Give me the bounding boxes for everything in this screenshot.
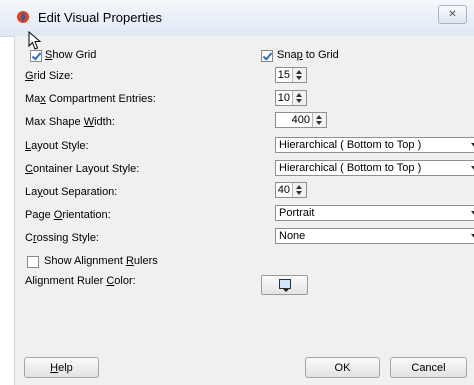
container-layout-style-label: Container Layout Style: xyxy=(25,163,140,175)
dropdown-arrow-icon xyxy=(283,289,289,292)
title-bar: Edit Visual Properties ✕ xyxy=(0,0,474,37)
layout-separation-value: 40 xyxy=(277,184,290,196)
help-button[interactable]: Help xyxy=(24,357,99,378)
mouse-cursor-icon xyxy=(28,31,42,50)
show-alignment-rulers-checkbox[interactable] xyxy=(27,256,39,268)
close-icon: ✕ xyxy=(448,9,457,20)
alignment-ruler-color-label: Alignment Ruler Color: xyxy=(25,275,136,287)
layout-separation-spinner[interactable]: 40 xyxy=(275,182,307,198)
ok-button[interactable]: OK xyxy=(305,357,380,378)
close-button[interactable]: ✕ xyxy=(438,5,467,24)
show-alignment-rulers-label: Show Alignment Rulers xyxy=(44,255,158,267)
max-compartment-entries-value: 10 xyxy=(277,92,290,104)
crossing-style-label: Crossing Style: xyxy=(25,232,99,244)
show-grid-checkbox[interactable] xyxy=(30,50,42,62)
color-picker-button[interactable] xyxy=(261,275,308,295)
max-compartment-entries-label: Max Compartment Entries: xyxy=(25,93,156,105)
color-swatch-icon xyxy=(279,279,291,289)
max-shape-width-value: 400 xyxy=(291,114,310,126)
layout-style-label: Layout Style: xyxy=(25,140,89,152)
crossing-style-select[interactable]: None xyxy=(275,228,474,244)
max-shape-width-spinner[interactable]: 400 xyxy=(275,112,327,128)
show-grid-label: Show Grid xyxy=(45,49,97,61)
window-title: Edit Visual Properties xyxy=(38,10,163,25)
max-compartment-entries-spinner[interactable]: 10 xyxy=(275,90,307,106)
page-orientation-label: Page Orientation: xyxy=(25,209,111,221)
spinner-arrows-icon[interactable] xyxy=(292,91,306,105)
grid-size-value: 15 xyxy=(277,69,290,81)
container-layout-style-value: Hierarchical ( Bottom to Top ) xyxy=(279,162,422,174)
page-orientation-value: Portrait xyxy=(279,207,315,219)
app-logo-icon xyxy=(17,11,29,23)
container-layout-style-select[interactable]: Hierarchical ( Bottom to Top ) xyxy=(275,160,474,176)
cancel-button[interactable]: Cancel xyxy=(390,357,467,378)
snap-to-grid-label: Snap to Grid xyxy=(277,49,339,61)
spinner-arrows-icon[interactable] xyxy=(292,68,306,82)
layout-style-value: Hierarchical ( Bottom to Top ) xyxy=(279,139,422,151)
grid-size-label: Grid Size: xyxy=(25,70,74,82)
max-shape-width-label: Max Shape Width: xyxy=(25,116,115,128)
snap-to-grid-checkbox[interactable] xyxy=(261,50,273,62)
dialog-body: Show Grid Snap to Grid Grid Size: 15 Max… xyxy=(14,36,474,385)
layout-style-select[interactable]: Hierarchical ( Bottom to Top ) xyxy=(275,137,474,153)
grid-size-spinner[interactable]: 15 xyxy=(275,67,307,83)
crossing-style-value: None xyxy=(279,230,306,242)
page-orientation-select[interactable]: Portrait xyxy=(275,205,474,221)
layout-separation-label: Layout Separation: xyxy=(25,186,118,198)
spinner-arrows-icon[interactable] xyxy=(312,113,326,127)
spinner-arrows-icon[interactable] xyxy=(292,183,306,197)
